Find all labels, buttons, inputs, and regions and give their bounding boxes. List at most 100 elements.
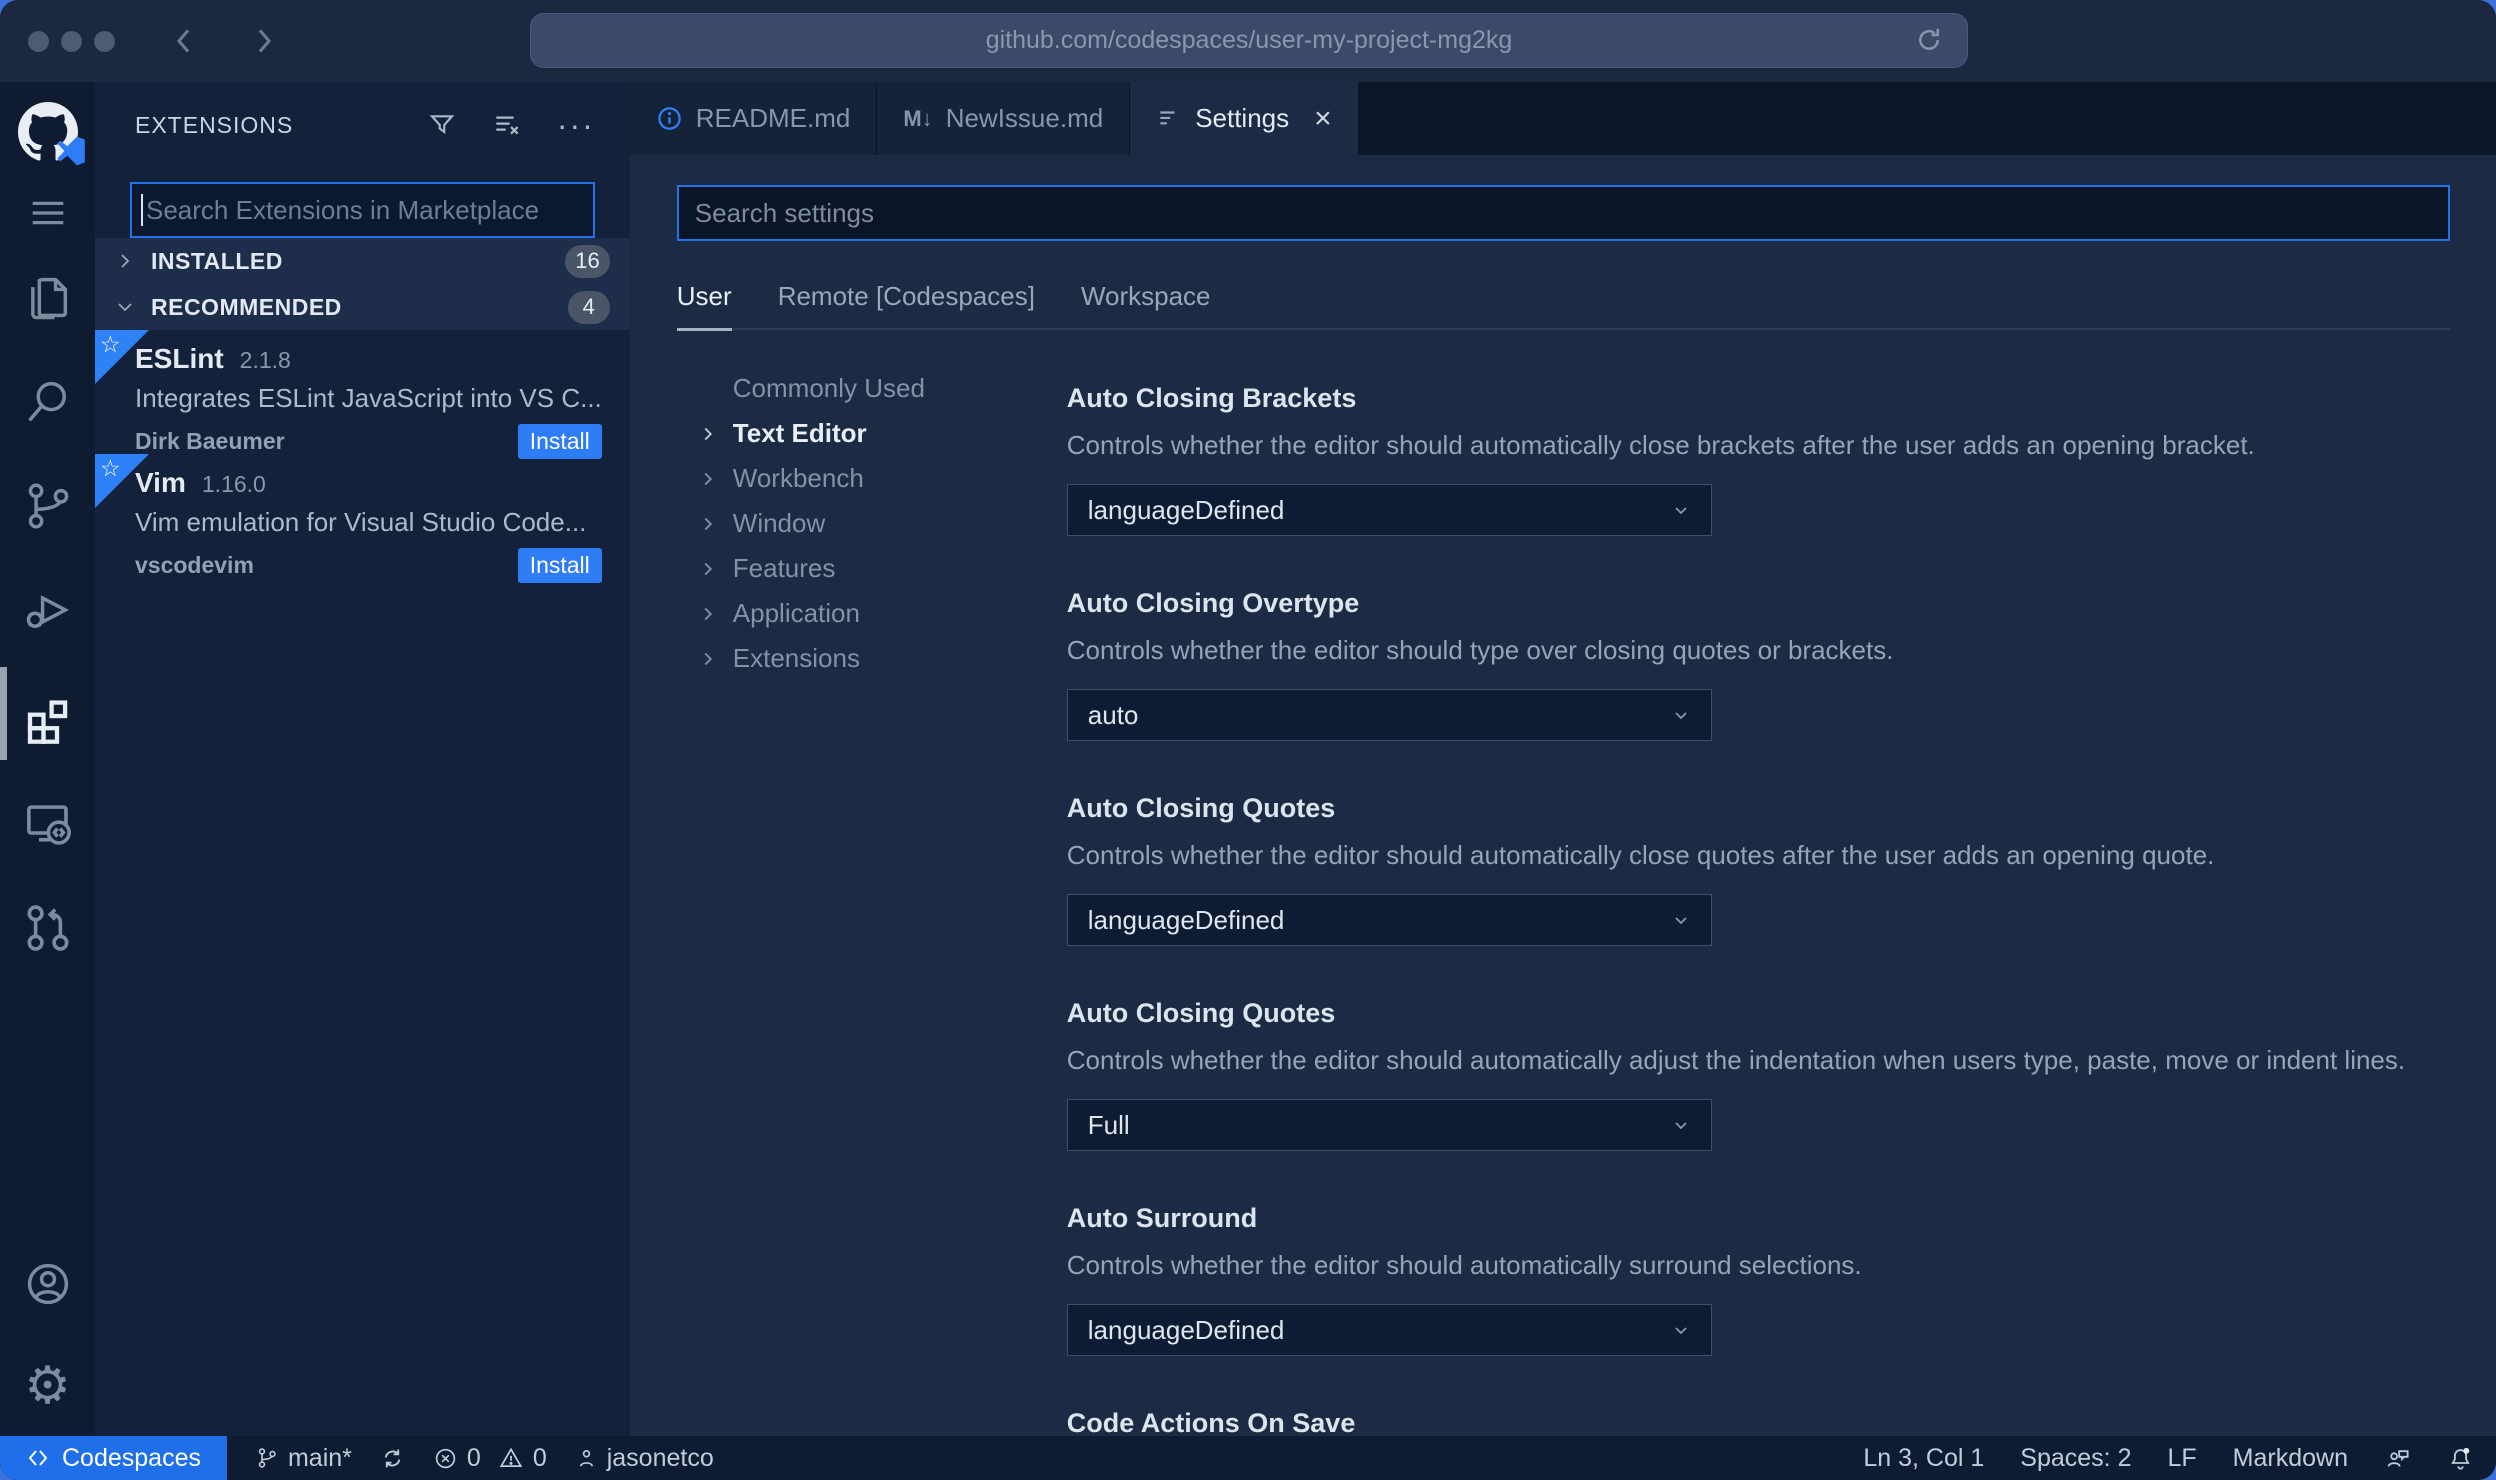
- browser-titlebar: github.com/codespaces/user-my-project-mg…: [0, 0, 2496, 82]
- language-mode[interactable]: Markdown: [2233, 1444, 2348, 1473]
- extension-list-item[interactable]: ☆ Vim 1.16.0 Vim emulation for Visual St…: [95, 454, 630, 583]
- tab-readme[interactable]: README.md: [629, 82, 878, 155]
- toc-commonly-used[interactable]: Commonly Used: [677, 366, 1067, 411]
- scope-tab-workspace[interactable]: Workspace: [1081, 281, 1211, 312]
- notifications-bell-icon[interactable]: [2447, 1445, 2474, 1472]
- tab-settings[interactable]: Settings ×: [1130, 82, 1359, 155]
- setting-value-dropdown[interactable]: languageDefined: [1066, 484, 1712, 536]
- settings-search-input[interactable]: Search settings: [676, 185, 2450, 241]
- chevron-right-icon: [697, 603, 733, 625]
- setting-code-actions-on-save: Code Actions On Save: [1067, 1407, 2450, 1436]
- run-and-debug-icon[interactable]: [0, 584, 95, 636]
- dropdown-value: languageDefined: [1087, 1314, 1285, 1345]
- extension-list-item[interactable]: ☆ ESLint 2.1.8 Integrates ESLint JavaScr…: [95, 330, 630, 459]
- remote-icon: [28, 1450, 48, 1466]
- menu-icon[interactable]: [0, 190, 95, 236]
- extensions-icon[interactable]: [0, 694, 95, 748]
- toc-features[interactable]: Features: [677, 546, 1067, 591]
- extensions-search-input[interactable]: Search Extensions in Marketplace: [130, 182, 595, 238]
- settings-list-icon: [1160, 110, 1175, 124]
- forward-button[interactable]: [245, 23, 281, 59]
- eol-indicator[interactable]: LF: [2167, 1444, 2196, 1473]
- git-branch-icon: [258, 1448, 276, 1468]
- problems-indicator[interactable]: 0 0: [433, 1444, 547, 1473]
- chevron-down-icon: [1675, 1327, 1687, 1335]
- text-cursor: [141, 194, 143, 226]
- setting-description: Controls whether the editor should autom…: [1066, 840, 2215, 870]
- setting-value-dropdown[interactable]: languageDefined: [1066, 894, 1712, 946]
- setting-title: Auto Closing Overtype: [1066, 588, 1360, 618]
- filter-icon[interactable]: [427, 110, 457, 140]
- toc-label: Extensions: [732, 643, 860, 673]
- setting-title: Auto Closing Quotes: [1066, 793, 1336, 823]
- error-count: 0: [466, 1443, 481, 1472]
- codespaces-remote-indicator[interactable]: Codespaces: [0, 1436, 227, 1480]
- toc-label: Window: [732, 508, 826, 538]
- setting-auto-surround: Auto Surround Controls whether the edito…: [1066, 1202, 2450, 1356]
- install-button[interactable]: Install: [517, 548, 602, 583]
- toc-workbench[interactable]: Workbench: [677, 456, 1067, 501]
- vscode-logo: [56, 136, 85, 166]
- close-tab-icon[interactable]: ×: [1314, 103, 1332, 134]
- sync-indicator[interactable]: [380, 1446, 405, 1471]
- setting-description: Controls whether the editor should autom…: [1066, 430, 2255, 460]
- setting-value-dropdown[interactable]: Full: [1066, 1099, 1712, 1151]
- accounts-icon[interactable]: [0, 1258, 95, 1310]
- source-control-icon[interactable]: [0, 480, 95, 532]
- star-icon: ☆: [100, 455, 121, 481]
- chevron-down-icon: [1675, 507, 1687, 515]
- indentation-indicator[interactable]: Spaces: 2: [2020, 1444, 2131, 1473]
- chevron-down-icon: [1675, 917, 1687, 925]
- activity-bar: ⚙: [0, 82, 95, 1436]
- explorer-icon[interactable]: [0, 272, 95, 324]
- codespaces-label: Codespaces: [62, 1443, 201, 1472]
- feedback-icon[interactable]: [2384, 1445, 2411, 1472]
- chevron-right-icon: [697, 423, 733, 445]
- toc-label: Features: [732, 553, 836, 583]
- extension-description: Vim emulation for Visual Studio Code...: [135, 507, 587, 537]
- toc-extensions[interactable]: Extensions: [677, 636, 1067, 681]
- chevron-right-icon: [697, 513, 733, 535]
- setting-title: Code Actions On Save: [1066, 1408, 1356, 1436]
- window-minimize-button[interactable]: [61, 30, 82, 52]
- setting-title: Auto Surround: [1066, 1203, 1258, 1233]
- installed-count-badge: 16: [565, 244, 610, 278]
- setting-description: Controls whether the editor should autom…: [1066, 1250, 1862, 1280]
- extensions-search-placeholder: Search Extensions in Marketplace: [146, 194, 540, 225]
- section-installed[interactable]: INSTALLED 16: [95, 238, 630, 284]
- address-bar[interactable]: github.com/codespaces/user-my-project-mg…: [530, 13, 1968, 68]
- toc-text-editor[interactable]: Text Editor: [677, 411, 1067, 456]
- branch-indicator[interactable]: main*: [255, 1444, 352, 1473]
- status-bar: Codespaces main* 0 0 jasonetco Ln 3, Col…: [0, 1436, 2496, 1480]
- scope-tab-user[interactable]: User: [676, 281, 732, 331]
- section-recommended[interactable]: RECOMMENDED 4: [95, 284, 630, 330]
- search-icon[interactable]: [0, 376, 95, 428]
- settings-search-placeholder: Search settings: [694, 197, 874, 228]
- info-icon: [658, 107, 681, 130]
- scope-tab-remote[interactable]: Remote [Codespaces]: [778, 281, 1035, 312]
- clear-extension-search-icon[interactable]: [491, 109, 523, 141]
- refresh-icon[interactable]: [1914, 25, 1944, 55]
- more-actions-icon[interactable]: ···: [557, 107, 595, 144]
- user-indicator[interactable]: jasonetco: [575, 1444, 714, 1473]
- toc-application[interactable]: Application: [677, 591, 1067, 636]
- settings-gear-icon[interactable]: ⚙: [0, 1360, 95, 1412]
- setting-value-dropdown[interactable]: auto: [1066, 689, 1712, 741]
- window-close-button[interactable]: [28, 30, 49, 52]
- dropdown-value: languageDefined: [1087, 494, 1285, 525]
- warning-count: 0: [532, 1443, 547, 1472]
- chevron-down-icon: [1675, 1122, 1687, 1130]
- github-pull-requests-icon[interactable]: [0, 901, 95, 955]
- cursor-position[interactable]: Ln 3, Col 1: [1863, 1444, 1984, 1473]
- window-zoom-button[interactable]: [94, 30, 115, 52]
- tab-label: NewIssue.md: [945, 103, 1104, 133]
- toc-window[interactable]: Window: [677, 501, 1067, 546]
- remote-explorer-icon[interactable]: [0, 797, 95, 851]
- setting-value-dropdown[interactable]: languageDefined: [1066, 1304, 1712, 1356]
- back-button[interactable]: [167, 23, 203, 59]
- tab-newissue[interactable]: M↓ NewIssue.md: [877, 82, 1131, 155]
- tab-label: README.md: [695, 103, 851, 133]
- setting-title: Auto Closing Brackets: [1066, 383, 1357, 413]
- extension-version: 1.16.0: [201, 471, 266, 497]
- chevron-right-icon: [697, 648, 733, 670]
